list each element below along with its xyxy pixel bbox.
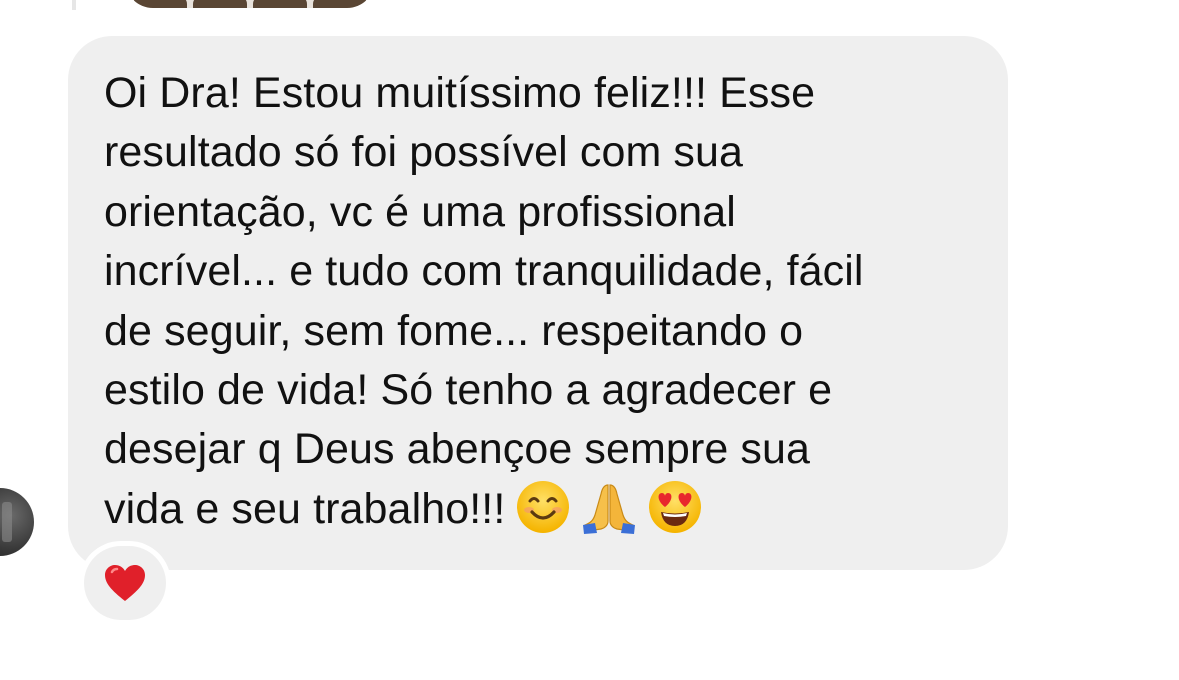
folded-hands-icon <box>581 479 637 535</box>
message-line: orientação, vc é uma profissional <box>104 187 736 236</box>
message-line: incrível... e tudo com tranquilidade, fá… <box>104 247 864 296</box>
message-line: resultado só foi possível com sua <box>104 128 744 177</box>
smiling-face-icon <box>515 479 571 535</box>
message-line: desejar q Deus abençoe sempre sua <box>104 425 811 474</box>
heart-eyes-icon <box>647 479 703 535</box>
sender-avatar[interactable] <box>0 488 34 556</box>
message-line: vida e seu trabalho!!! <box>104 484 506 533</box>
message-text: Oi Dra! Estou muitíssimo feliz!!! Esse r… <box>104 64 984 539</box>
reaction-badge[interactable] <box>84 546 166 620</box>
message-line: estilo de vida! Só tenho a agradecer e <box>104 366 833 415</box>
message-last-line: vida e seu trabalho!!! <box>104 480 984 540</box>
message-line: de seguir, sem fome... respeitando o <box>104 306 804 355</box>
previous-message-edge <box>72 0 76 10</box>
previous-media-thumbnail[interactable] <box>125 0 375 8</box>
message-line: Oi Dra! Estou muitíssimo feliz!!! Esse <box>104 69 816 117</box>
chat-view: Oi Dra! Estou muitíssimo feliz!!! Esse r… <box>0 0 1179 680</box>
red-heart-icon <box>103 563 147 603</box>
thumbnail-content <box>133 0 367 8</box>
